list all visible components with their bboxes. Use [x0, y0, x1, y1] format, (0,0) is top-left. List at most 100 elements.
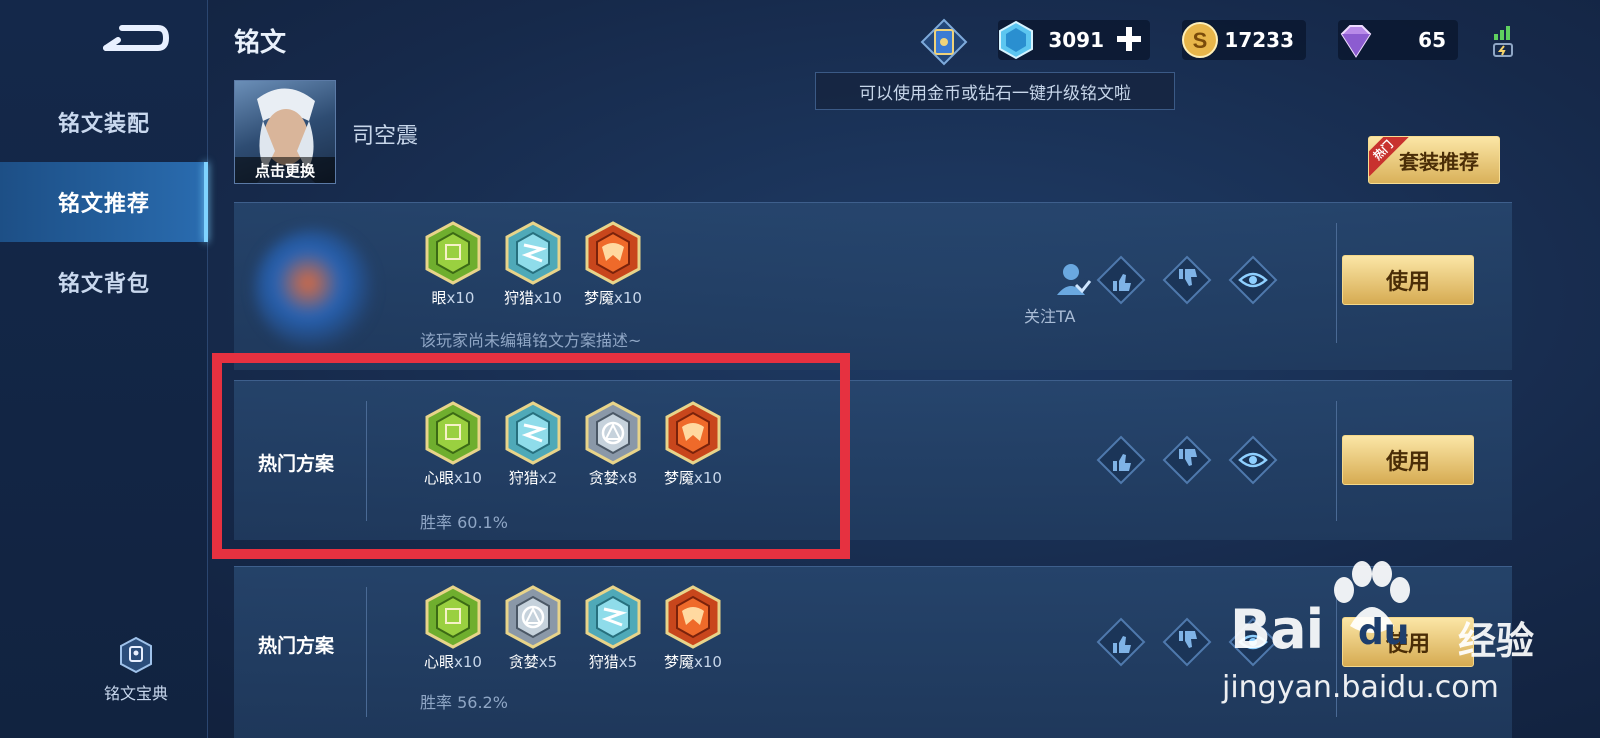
rune-name: 梦魇: [664, 653, 695, 671]
rune-card-icon[interactable]: [918, 18, 970, 68]
gold-coin-icon: S: [1182, 22, 1218, 58]
thumbs-up-icon[interactable]: [1096, 435, 1146, 485]
rune-name: 心眼: [424, 653, 455, 671]
hero-name: 司空震: [352, 124, 419, 149]
view-eye-icon[interactable]: [1228, 435, 1278, 485]
sidebar-item-rune-recommend[interactable]: 铭文推荐: [0, 162, 208, 242]
rune-name: 贪婪: [588, 469, 619, 487]
rune-cyan-icon: [505, 401, 561, 465]
crystal-icon: [999, 20, 1033, 60]
rune-slot: 梦魇x10: [660, 401, 726, 488]
rune-count: x8: [618, 469, 638, 487]
rune-count: x5: [618, 653, 638, 671]
crystal-value: 3091: [1048, 28, 1104, 52]
sidebar: 铭文装配 铭文推荐 铭文背包 铭文宝典: [0, 0, 208, 738]
rune-green-icon: [425, 221, 481, 285]
plan-card-hot-2: 热门方案 心眼x10 贪婪x5 狩猎x5 梦魇x10 胜率 56.2% 使用: [234, 566, 1512, 738]
rune-slot: 心眼x10: [420, 585, 486, 672]
set-recommend-label: 套装推荐: [1399, 149, 1479, 174]
network-status-icon: [1493, 26, 1513, 57]
rune-slot: 狩猎x2: [500, 401, 566, 488]
rune-slot: 贪婪x5: [500, 585, 566, 672]
rune-count: x10: [454, 653, 482, 671]
rune-slot: 梦魇x10: [660, 585, 726, 672]
follow-icon[interactable]: [1046, 255, 1096, 305]
divider: [1336, 401, 1337, 521]
rune-slot: 心眼x10: [420, 401, 486, 488]
use-button[interactable]: 使用: [1342, 435, 1474, 485]
rune-silver-icon: [505, 585, 561, 649]
thumbs-down-icon[interactable]: [1162, 617, 1212, 667]
divider: [366, 401, 367, 521]
rune-slot: 狩猎x10: [500, 221, 566, 308]
win-rate: 胜率 60.1%: [420, 513, 508, 532]
rune-name: 梦魇: [584, 289, 615, 307]
rune-count: x10: [534, 289, 562, 307]
rune-codex-button[interactable]: 铭文宝典: [88, 636, 184, 706]
rune-name: 梦魇: [664, 469, 695, 487]
rune-name: 狩猎: [508, 469, 539, 487]
rune-red-icon: [665, 401, 721, 465]
thumbs-down-icon[interactable]: [1162, 435, 1212, 485]
rune-green-icon: [425, 401, 481, 465]
back-icon[interactable]: [100, 18, 170, 58]
change-hero-caption: 点击更换: [235, 157, 335, 183]
rune-count: x10: [454, 469, 482, 487]
add-crystal-icon[interactable]: [1114, 24, 1144, 54]
diamond-value: 65: [1418, 28, 1446, 52]
sidebar-item-label: 铭文装配: [57, 112, 150, 137]
rune-cyan-icon: [505, 221, 561, 285]
diamond-resource: 65: [1338, 20, 1458, 60]
rune-count: x5: [538, 653, 558, 671]
rune-slot: 贪婪x8: [580, 401, 646, 488]
rune-slot: 梦魇x10: [580, 221, 646, 308]
player-avatar: [254, 229, 374, 349]
rune-red-icon: [585, 221, 641, 285]
hero-portrait-button[interactable]: 点击更换: [234, 80, 336, 184]
rune-count: x10: [446, 289, 475, 307]
crystal-resource: 3091: [998, 20, 1150, 60]
divider: [366, 587, 367, 717]
view-eye-icon[interactable]: [1228, 617, 1278, 667]
rune-slot: 眼x10: [420, 221, 486, 308]
rune-name: 狩猎: [588, 653, 619, 671]
gold-value: 17233: [1224, 28, 1294, 52]
rune-cyan-icon: [585, 585, 641, 649]
svg-text:S: S: [1193, 28, 1208, 53]
rune-silver-icon: [585, 401, 641, 465]
diamond-icon: [1340, 25, 1372, 58]
win-rate: 胜率 56.2%: [420, 693, 508, 712]
codex-label: 铭文宝典: [103, 684, 168, 703]
plan-card-hot-1: 热门方案 心眼x10 狩猎x2 贪婪x8 梦魇x10 胜率 60.1% 使用: [234, 380, 1512, 540]
rune-count: x2: [538, 469, 558, 487]
gold-resource: S 17233: [1182, 20, 1306, 60]
divider: [1336, 587, 1337, 717]
rune-name: 心眼: [424, 469, 455, 487]
plan-label: 热门方案: [258, 453, 335, 475]
sidebar-item-label: 铭文背包: [57, 272, 150, 297]
follow-label: 关注TA: [1024, 307, 1076, 326]
divider: [1336, 223, 1337, 343]
set-recommend-button[interactable]: 热门 套装推荐: [1368, 136, 1500, 184]
rune-count: x10: [694, 469, 722, 487]
view-eye-icon[interactable]: [1228, 255, 1278, 305]
thumbs-down-icon[interactable]: [1162, 255, 1212, 305]
page-title: 铭文: [234, 28, 287, 58]
sidebar-item-rune-equip[interactable]: 铭文装配: [0, 82, 208, 162]
use-button[interactable]: 使用: [1342, 617, 1474, 667]
upgrade-tooltip: 可以使用金币或钻石一键升级铭文啦: [815, 72, 1175, 110]
sidebar-item-label: 铭文推荐: [57, 192, 150, 217]
rune-name: 贪婪: [508, 653, 539, 671]
thumbs-up-icon[interactable]: [1096, 617, 1146, 667]
plan-card-player: 眼x10 狩猎x10 梦魇x10 该玩家尚未编辑铭文方案描述~ 关注TA 使用: [234, 202, 1512, 370]
codex-icon: [120, 636, 152, 674]
sidebar-item-rune-bag[interactable]: 铭文背包: [0, 242, 208, 322]
thumbs-up-icon[interactable]: [1096, 255, 1146, 305]
rune-name: 狩猎: [504, 289, 535, 307]
rune-count: x10: [614, 289, 642, 307]
use-button[interactable]: 使用: [1342, 255, 1474, 305]
plan-description: 该玩家尚未编辑铭文方案描述~: [420, 331, 642, 350]
rune-count: x10: [694, 653, 722, 671]
rune-slot: 狩猎x5: [580, 585, 646, 672]
plan-label: 热门方案: [258, 635, 335, 657]
